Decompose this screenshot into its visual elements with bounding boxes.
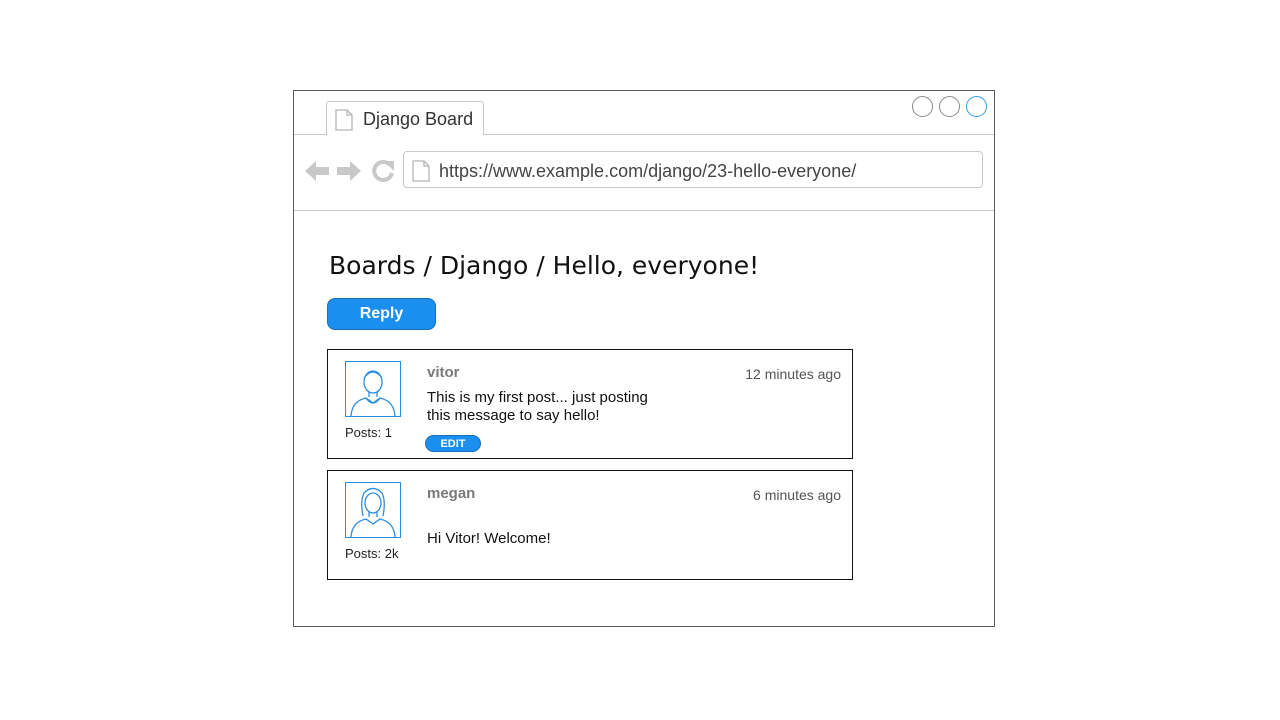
post-card: Posts: 2k megan 6 minutes ago Hi Vitor! … [327,470,853,580]
browser-tab[interactable]: Django Board [326,101,484,134]
post-message: This is my first post... just posting th… [427,389,687,425]
reload-icon[interactable] [371,159,395,188]
post-timestamp: 6 minutes ago [753,487,841,503]
url-text: https://www.example.com/django/23-hello-… [439,161,857,181]
toolbar-divider [294,210,994,211]
post-author[interactable]: vitor [427,364,460,381]
edit-button[interactable]: EDIT [425,435,481,452]
tab-title: Django Board [363,109,474,129]
document-icon [335,109,353,136]
post-card: Posts: 1 vitor 12 minutes ago This is my… [327,349,853,459]
post-author[interactable]: megan [427,485,475,502]
forward-arrow-icon[interactable] [336,159,362,188]
post-message: Hi Vitor! Welcome! [427,530,551,547]
female-user-icon [345,482,401,538]
post-timestamp: 12 minutes ago [745,366,841,382]
window-control-circle[interactable] [939,96,960,117]
male-user-icon [345,361,401,417]
address-bar[interactable]: https://www.example.com/django/23-hello-… [403,151,983,188]
window-control-circle[interactable] [912,96,933,117]
breadcrumb: Boards / Django / Hello, everyone! [329,251,760,280]
reply-button[interactable]: Reply [327,298,436,330]
back-arrow-icon[interactable] [304,159,330,188]
posts-count: Posts: 2k [345,546,399,561]
post-message-line: this message to say hello! [427,407,600,424]
window-control-circle-active[interactable] [966,96,987,117]
post-message-line: This is my first post... just posting [427,389,648,406]
posts-count: Posts: 1 [345,425,392,440]
document-icon [412,160,430,187]
browser-window: Django Board https://www.example.com/dja… [293,90,995,627]
